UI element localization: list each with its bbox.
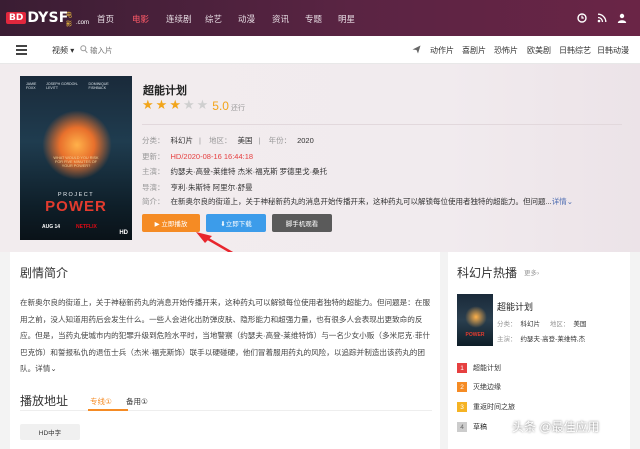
meta-row-info: 分类： 科幻片 | 地区： 美国 | 年份： 2020	[142, 136, 314, 145]
poster-glow	[42, 110, 112, 180]
score-label: 还行	[230, 104, 245, 112]
logo-badge: BD	[6, 12, 27, 24]
logo-sub: 电影	[66, 13, 73, 28]
sidebar-featured-title[interactable]: 超能计划	[497, 300, 533, 313]
tab-underline	[88, 409, 128, 411]
star-icon[interactable]: ★	[142, 98, 154, 113]
user-icon[interactable]	[617, 13, 627, 23]
rank-item[interactable]: 1 超能计划	[457, 363, 501, 373]
download-button[interactable]: ⬇立即下载	[206, 214, 266, 232]
movie-poster[interactable]: JAMIE FOXX JOSEPH GORDON-LEVITT DOMINIQUE …	[20, 76, 132, 240]
sidebar-featured-info: 分类： 科幻片 地区： 美国	[497, 321, 587, 328]
sidebar-more-link[interactable]: 更多›	[524, 267, 539, 277]
synopsis-heading: 剧情简介	[20, 266, 69, 280]
logo-name: DYSF	[27, 10, 69, 26]
clock-icon[interactable]	[577, 13, 587, 23]
poster-platform: NETFLIX	[76, 224, 97, 230]
logo-domain: .com	[76, 20, 90, 26]
sidebar-featured-cast: 主演： 约瑟夫·高登-莱维特,杰	[497, 336, 586, 343]
rank-item[interactable]: 3 重返时间之旅	[457, 402, 515, 412]
nav-anime[interactable]: 动漫	[238, 13, 255, 25]
category-dropdown[interactable]: 视频 ▾	[52, 45, 74, 56]
divider	[20, 410, 432, 411]
watermark: 头条 @最佳应用	[512, 420, 600, 434]
nav-series[interactable]: 连续剧	[166, 13, 192, 25]
poster-names: JAMIE FOXX JOSEPH GORDON-LEVITT DOMINIQUE …	[26, 82, 109, 90]
send-icon	[412, 45, 421, 54]
quick-link-jk-variety[interactable]: 日韩综艺	[559, 45, 591, 56]
top-navigation: BD DYSF 电影 .com 首页 电影 连续剧 综艺 动漫 资讯 专题 明星	[0, 0, 640, 36]
score: 5.0	[212, 98, 229, 113]
quick-link-action[interactable]: 动作片	[430, 45, 454, 56]
rss-icon[interactable]	[597, 13, 607, 23]
meta-row-updated: 更新： HD/2020-08-16 16:44:18	[142, 152, 254, 161]
star-icon[interactable]: ★	[183, 98, 195, 113]
search-input[interactable]	[90, 43, 200, 57]
tab-backup-1[interactable]: 备用①	[126, 396, 148, 407]
tab-line-1[interactable]: 专线①	[90, 396, 112, 407]
nav-movies[interactable]: 电影	[132, 13, 149, 25]
site-logo[interactable]: BD DYSF 电影 .com	[6, 8, 89, 28]
quality-badge: HD	[119, 230, 128, 236]
synopsis-text: 在新奥尔良的街道上，关于神秘新药丸的消息开始传播开来，这种药丸可以解锁每位使用者…	[20, 298, 431, 374]
search-icon	[80, 45, 88, 54]
chevron-down-icon[interactable]: ⌄	[50, 364, 56, 373]
nav-topics[interactable]: 专题	[305, 13, 322, 25]
star-icon[interactable]: ★	[156, 98, 168, 113]
menu-icon[interactable]	[16, 43, 30, 57]
quick-link-western-series[interactable]: 欧美剧	[527, 45, 551, 56]
star-icon[interactable]: ★	[197, 98, 209, 113]
plot-more-link[interactable]: 详情⌄	[552, 197, 573, 206]
nav-home[interactable]: 首页	[97, 13, 114, 25]
movie-title: 超能计划	[143, 85, 187, 97]
sidebar-poster[interactable]: POWER	[457, 294, 493, 346]
poster-power: POWER	[45, 198, 107, 215]
sidebar-heading: 科幻片热播	[457, 266, 518, 280]
playlist-heading: 播放地址	[20, 394, 69, 408]
meta-row-director: 导演： 亨利·朱斯特 阿里尔·舒曼	[142, 183, 253, 192]
divider	[142, 124, 622, 125]
play-now-button[interactable]: ▶ 立即播放	[142, 214, 200, 232]
nav-stars[interactable]: 明星	[338, 13, 355, 25]
quick-link-comedy[interactable]: 喜剧片	[462, 45, 486, 56]
rank-item[interactable]: 2 灭绝边缘	[457, 382, 501, 392]
meta-row-plot: 简介： 在新奥尔良的街道上，关于神秘新药丸的消息开始传播开来，这种药丸可以解锁每位…	[142, 197, 574, 206]
rank-item[interactable]: 4 草稿	[457, 422, 487, 432]
nav-variety[interactable]: 综艺	[205, 13, 222, 25]
sub-navigation: 视频 ▾ 动作片 喜剧片 恐怖片 欧美剧 日韩综艺 日韩动漫	[0, 36, 640, 64]
mobile-watch-button[interactable]: 脚手机观看	[272, 214, 332, 232]
episode-button[interactable]: HD中字	[20, 424, 80, 440]
quick-link-horror[interactable]: 恐怖片	[494, 45, 518, 56]
quick-link-jk-anime[interactable]: 日韩动漫	[597, 45, 629, 56]
star-icon[interactable]: ★	[169, 98, 181, 113]
meta-row-cast: 主演： 约瑟夫·高登-莱维特 杰米·福克斯 罗德里戈·桑托	[142, 167, 328, 176]
nav-news[interactable]: 资讯	[272, 13, 289, 25]
poster-date: AUG 14	[42, 224, 61, 230]
poster-tagline: WHAT WOULD YOU RISK FOR FIVE MINUTES OF …	[53, 156, 99, 168]
rating-stars[interactable]: ★ ★ ★ ★ ★ 5.0 还行	[142, 98, 245, 113]
